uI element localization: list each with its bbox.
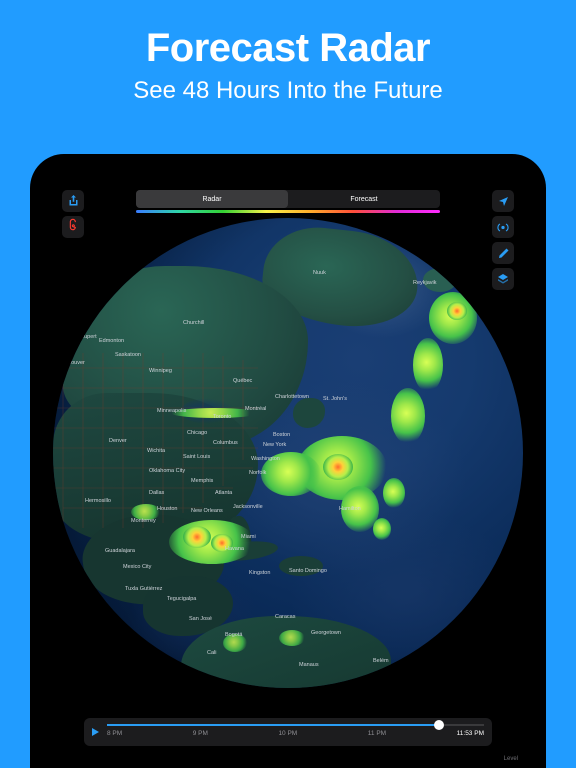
map-label: San José (189, 616, 212, 622)
map-label: Guadalajara (105, 548, 135, 554)
timeline-tick: 10 PM (278, 730, 297, 737)
map-label: Québec (233, 378, 252, 384)
promo-title: Forecast Radar (146, 26, 430, 71)
locate-button[interactable] (492, 190, 514, 212)
map-label: Saint Louis (183, 454, 210, 460)
segment-forecast[interactable]: Forecast (288, 190, 440, 208)
right-toolbar (492, 190, 514, 290)
play-button[interactable] (92, 728, 99, 736)
map-label: Jacksonville (233, 504, 263, 510)
map-label: Monterrey (131, 518, 156, 524)
globe-map[interactable]: NuukReykjavikTrondheimKelownaPrince Rupe… (53, 218, 523, 688)
map-label: Minneapolis (157, 408, 186, 414)
timeline-tick: 11:53 PM (457, 730, 484, 737)
map-label: Columbus (213, 440, 238, 446)
map-label: Belém (373, 658, 389, 664)
hurricane-icon: ၆ (70, 218, 77, 236)
map-label: Reykjavik (413, 280, 437, 286)
timeline-tick: 8 PM (107, 730, 122, 737)
location-arrow-icon (498, 196, 509, 207)
map-label: Kingston (249, 570, 270, 576)
timeline-tick: 11 PM (368, 730, 386, 737)
layers-icon (497, 273, 509, 285)
map-label: Manaus (299, 662, 319, 668)
timeline-ticks: 8 PM 9 PM 10 PM 11 PM 11:53 PM (107, 730, 484, 737)
map-label: Santo Domingo (289, 568, 327, 574)
left-toolbar: ၆ (62, 190, 84, 238)
map-label: Vancouver (59, 360, 85, 366)
map-label: Georgetown (311, 630, 341, 636)
map-label: Hamilton (339, 506, 361, 512)
stations-button[interactable] (492, 216, 514, 238)
map-label: Norfolk (249, 470, 266, 476)
map-label: Cali (207, 650, 216, 656)
broadcast-icon (497, 222, 509, 233)
segment-radar[interactable]: Radar (136, 190, 288, 208)
map-label: Winnipeg (149, 368, 172, 374)
map-label: Oklahoma City (149, 468, 185, 474)
draw-button[interactable] (492, 242, 514, 264)
map-label: Toronto (213, 414, 231, 420)
mode-segmented-control[interactable]: Radar Forecast (136, 190, 440, 208)
map-label: Montréal (245, 406, 266, 412)
map-label: Chicago (187, 430, 207, 436)
hurricane-button[interactable]: ၆ (62, 216, 84, 238)
share-icon (68, 195, 79, 207)
map-label: New York (263, 442, 286, 448)
map-label: New Orleans (191, 508, 223, 514)
pencil-icon (498, 248, 509, 259)
map-label: Brasília (353, 684, 371, 688)
map-label: Havana (225, 546, 244, 552)
map-label: Boston (273, 432, 290, 438)
share-button[interactable] (62, 190, 84, 212)
map-label: Nuuk (313, 270, 326, 276)
map-label: Caracas (275, 614, 295, 620)
map-label: Saskatoon (115, 352, 141, 358)
map-label: Memphis (191, 478, 213, 484)
map-label: Denver (109, 438, 127, 444)
timeline-track[interactable]: 8 PM 9 PM 10 PM 11 PM 11:53 PM (107, 718, 484, 746)
timeline-tick: 9 PM (193, 730, 208, 737)
app-screen: Radar Forecast ၆ (52, 176, 524, 768)
map-label: Dallas (149, 490, 164, 496)
map-label: St. John's (323, 396, 347, 402)
map-label: Washington (251, 456, 280, 462)
map-label: Tuxla Gutiérrez (125, 586, 162, 592)
map-label: Atlanta (215, 490, 232, 496)
map-label: Lima (197, 684, 209, 688)
layers-button[interactable] (492, 268, 514, 290)
map-label: Miami (241, 534, 256, 540)
track-fill (107, 724, 439, 726)
map-label: Charlottetown (275, 394, 309, 400)
device-frame: Radar Forecast ၆ (30, 154, 546, 768)
map-label: Mexico City (123, 564, 151, 570)
promo-subtitle: See 48 Hours Into the Future (133, 77, 443, 105)
timeline-knob[interactable] (434, 720, 444, 730)
map-label: Wichita (147, 448, 165, 454)
intensity-gradient-legend (136, 210, 440, 213)
map-label: Hermosillo (85, 498, 111, 504)
map-label: Churchill (183, 320, 204, 326)
map-label: Edmonton (99, 338, 124, 344)
map-label: Tegucigalpa (167, 596, 196, 602)
timeline-scrubber[interactable]: 8 PM 9 PM 10 PM 11 PM 11:53 PM (84, 718, 492, 746)
corner-label: Level (504, 756, 518, 762)
map-label: Bogotá (225, 632, 242, 638)
map-label: Prince Rupert (63, 334, 97, 340)
map-label: Houston (157, 506, 178, 512)
